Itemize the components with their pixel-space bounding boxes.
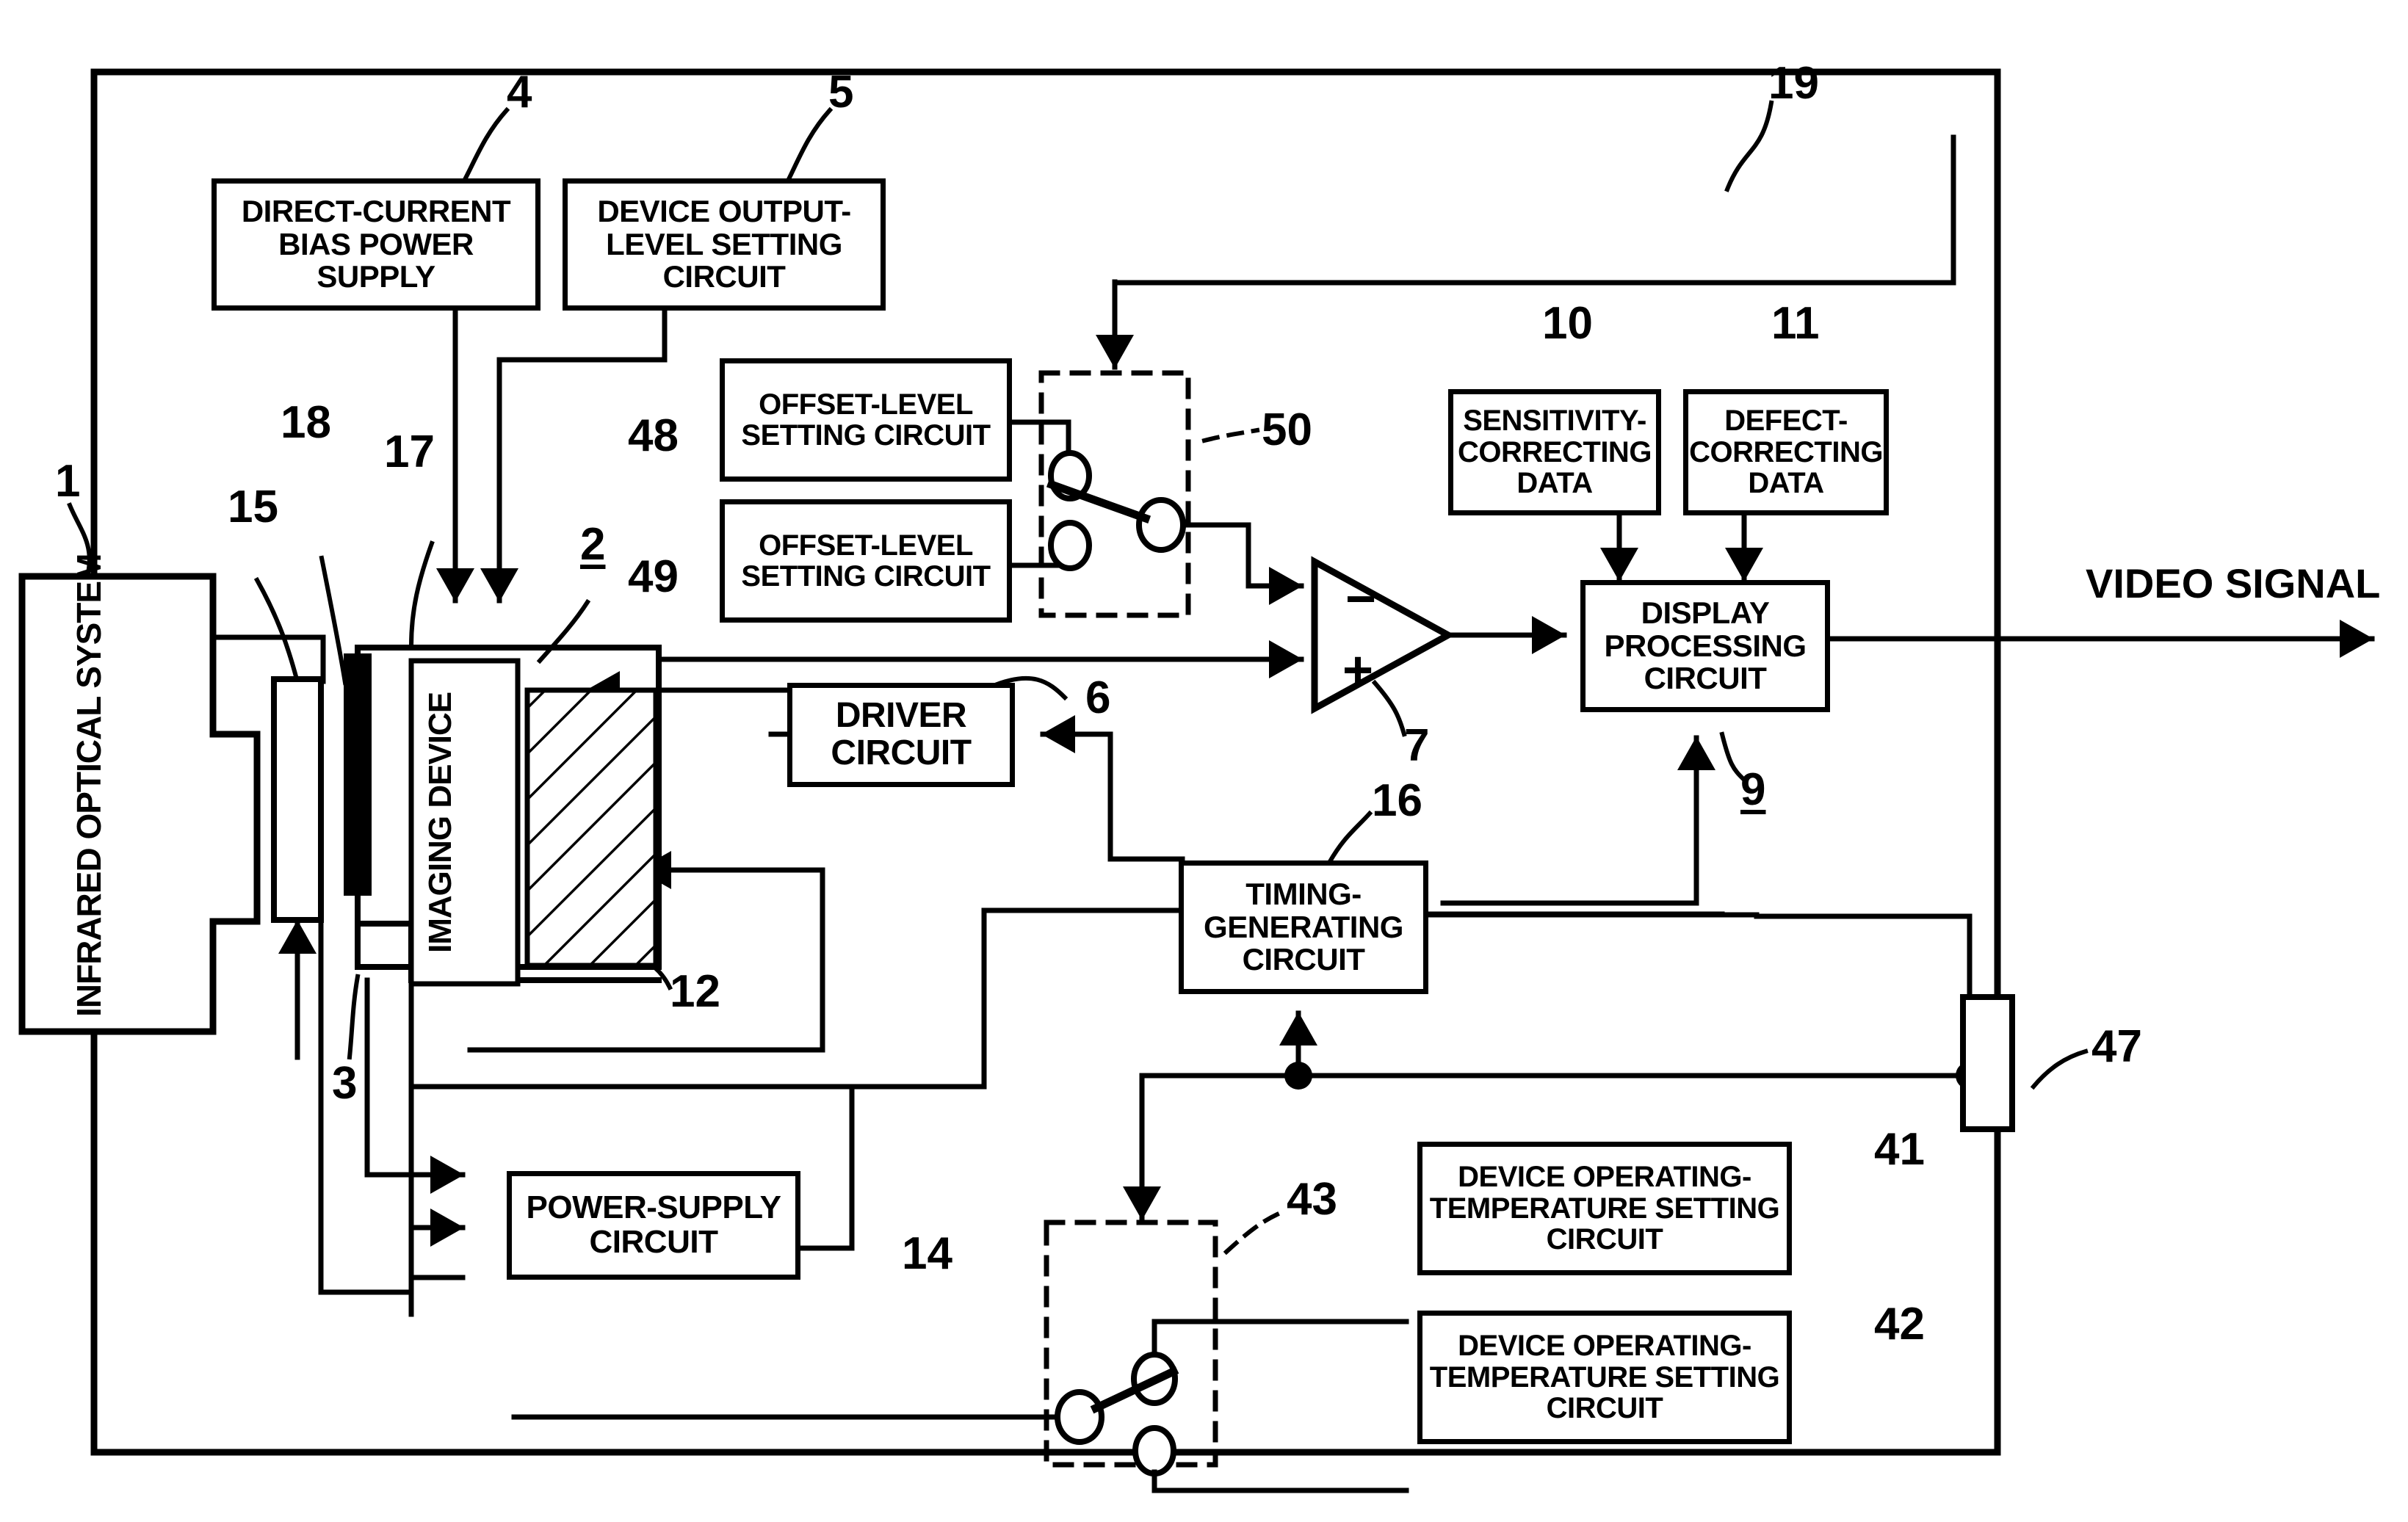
vertical-text: INFRARED OPTICAL SYSTEM	[70, 554, 108, 1017]
ref-numeral-48: 48	[628, 410, 679, 461]
block-label: DIRECT-CURRENT BIAS POWER SUPPLY	[241, 194, 511, 294]
ref-numeral-5: 5	[828, 67, 854, 117]
block-direct-current-bias-power-supply[interactable]: DIRECT-CURRENT BIAS POWER SUPPLY	[211, 178, 540, 311]
block-sensitivity-correcting-data[interactable]: SENSITIVITY-CORRECTING DATA	[1448, 389, 1661, 515]
block-label: DEVICE OPERATING-TEMPERATURE SETTING CIR…	[1429, 1330, 1780, 1425]
block-label: DRIVER CIRCUIT	[831, 696, 972, 772]
block-device-operating-temperature-setting-circuit-42[interactable]: DEVICE OPERATING-TEMPERATURE SETTING CIR…	[1417, 1311, 1792, 1444]
ref-numeral-18: 18	[281, 397, 331, 448]
ref-numeral-49: 49	[628, 551, 679, 602]
ref-numeral-3: 3	[332, 1058, 358, 1109]
ref-numeral-1: 1	[55, 456, 81, 507]
block-label: OFFSET-LEVEL SETTING CIRCUIT	[741, 388, 991, 452]
block-label: TIMING-GENERATING CIRCUIT	[1204, 877, 1403, 977]
block-offset-level-setting-circuit-49[interactable]: OFFSET-LEVEL SETTING CIRCUIT	[720, 499, 1012, 623]
element-18-lead	[355, 888, 361, 934]
ref-numeral-4: 4	[507, 67, 532, 117]
block-label: SENSITIVITY-CORRECTING DATA	[1458, 405, 1652, 500]
block-offset-level-setting-circuit-48[interactable]: OFFSET-LEVEL SETTING CIRCUIT	[720, 358, 1012, 482]
video-signal-label: VIDEO SIGNAL	[2086, 560, 2381, 606]
block-driver-circuit[interactable]: DRIVER CIRCUIT	[787, 683, 1015, 787]
block-label: DEVICE OPERATING-TEMPERATURE SETTING CIR…	[1429, 1161, 1780, 1256]
block-display-processing-circuit[interactable]: DISPLAY PROCESSING CIRCUIT	[1580, 580, 1830, 712]
block-label: POWER-SUPPLY CIRCUIT	[526, 1189, 781, 1260]
amplifier-plus-sign: +	[1342, 641, 1374, 700]
ref-numeral-11: 11	[1771, 298, 1820, 349]
element-18-bar	[344, 653, 372, 896]
vertical-text: IMAGING DEVICE	[422, 692, 458, 953]
ref-numeral-19: 19	[1768, 58, 1819, 109]
block-label: OFFSET-LEVEL SETTING CIRCUIT	[741, 529, 991, 593]
ref-numeral-14: 14	[902, 1228, 952, 1279]
ref-numeral-6: 6	[1085, 673, 1111, 723]
ref-numeral-7: 7	[1404, 720, 1430, 771]
block-label-imaging-device: IMAGING DEVICE	[422, 664, 507, 980]
block-device-output-level-setting-circuit[interactable]: DEVICE OUTPUT-LEVEL SETTING CIRCUIT	[563, 178, 886, 311]
ref-numeral-10: 10	[1542, 298, 1593, 349]
block-defect-correcting-data[interactable]: DEFECT-CORRECTING DATA	[1683, 389, 1889, 515]
ref-numeral-41: 41	[1874, 1124, 1925, 1175]
block-label-infrared-optical-system: INFRARED OPTICAL SYSTEM	[70, 554, 187, 1017]
ref-numeral-15: 15	[228, 482, 278, 532]
patent-figure: DIRECT-CURRENT BIAS POWER SUPPLY DEVICE …	[0, 0, 2408, 1522]
ref-numeral-42: 42	[1874, 1299, 1925, 1349]
block-power-supply-circuit[interactable]: POWER-SUPPLY CIRCUIT	[507, 1171, 800, 1280]
ref-numeral-9: 9	[1740, 764, 1766, 815]
block-label: DEFECT-CORRECTING DATA	[1689, 405, 1883, 500]
ref-numeral-12: 12	[670, 966, 720, 1017]
ref-numeral-2: 2	[580, 519, 606, 570]
block-timing-generating-circuit[interactable]: TIMING-GENERATING CIRCUIT	[1179, 860, 1428, 994]
block-device-operating-temperature-setting-circuit-41[interactable]: DEVICE OPERATING-TEMPERATURE SETTING CIR…	[1417, 1142, 1792, 1275]
block-label: DEVICE OUTPUT-LEVEL SETTING CIRCUIT	[597, 194, 851, 294]
amplifier-minus-sign: −	[1345, 570, 1377, 628]
ref-numeral-47: 47	[2091, 1021, 2142, 1072]
ref-numeral-16: 16	[1372, 775, 1422, 826]
ref-numeral-17: 17	[384, 427, 435, 477]
ref-numeral-43: 43	[1287, 1174, 1337, 1225]
block-label: DISPLAY PROCESSING CIRCUIT	[1604, 595, 1807, 696]
ref-numeral-50: 50	[1262, 405, 1312, 455]
